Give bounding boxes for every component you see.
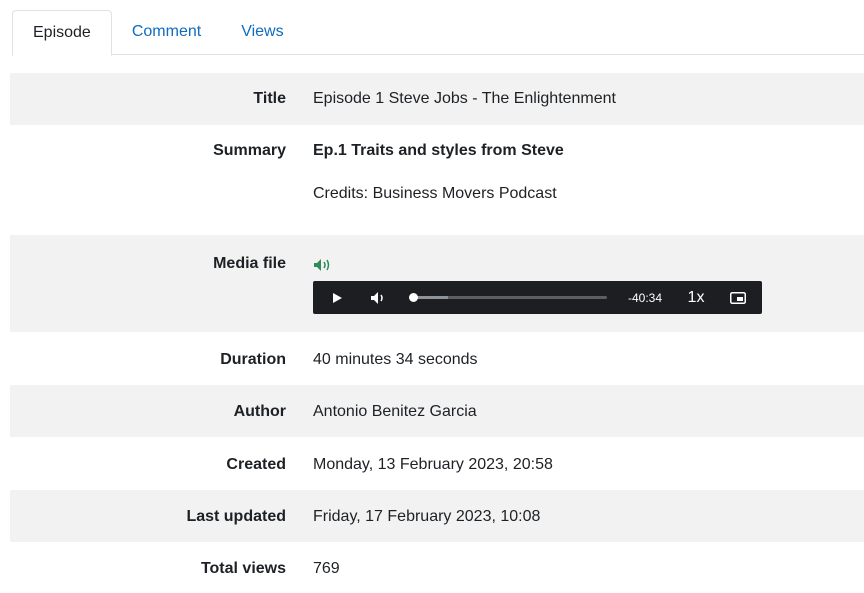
summary-headline: Ep.1 Traits and styles from Steve	[313, 142, 564, 159]
volume-button[interactable]	[367, 281, 391, 314]
created-value: Monday, 13 February 2023, 20:58	[313, 456, 553, 473]
created-label: Created	[226, 456, 286, 473]
audio-file-icon	[313, 257, 333, 278]
last-updated-label: Last updated	[186, 508, 286, 525]
tab-bar: Episode Comment Views	[12, 10, 864, 56]
last-updated-value: Friday, 17 February 2023, 10:08	[313, 508, 541, 525]
volume-icon	[371, 291, 383, 304]
total-views-label: Total views	[200, 560, 286, 577]
total-views-value: 769	[313, 560, 340, 577]
playback-rate-button[interactable]: 1x	[683, 281, 709, 314]
tab-comment[interactable]: Comment	[112, 10, 221, 54]
total-views-row: Total views 769	[10, 542, 864, 593]
buffer-fill	[413, 296, 448, 299]
tab-views[interactable]: Views	[221, 10, 303, 54]
author-label: Author	[233, 403, 286, 420]
tab-episode[interactable]: Episode	[12, 10, 112, 56]
duration-row: Duration 40 minutes 34 seconds	[10, 332, 864, 385]
summary-credits: Credits: Business Movers Podcast	[313, 185, 557, 202]
duration-value: 40 minutes 34 seconds	[313, 351, 478, 368]
play-icon	[333, 292, 342, 303]
created-row: Created Monday, 13 February 2023, 20:58	[10, 437, 864, 490]
media-label: Media file	[213, 255, 286, 272]
audio-player: -40:34 1x	[313, 281, 762, 314]
summary-label: Summary	[213, 142, 286, 159]
title-value: Episode 1 Steve Jobs - The Enlightenment	[313, 90, 616, 107]
author-row: Author Antonio Benitez Garcia	[10, 385, 864, 437]
author-value: Antonio Benitez Garcia	[313, 403, 477, 420]
progress-handle[interactable]	[409, 293, 418, 302]
play-button[interactable]	[327, 281, 347, 314]
summary-row: Summary Ep.1 Traits and styles from Stev…	[10, 125, 864, 235]
title-label: Title	[253, 90, 286, 107]
duration-label: Duration	[220, 351, 286, 368]
time-remaining: -40:34	[627, 290, 663, 305]
picture-in-picture-button[interactable]	[727, 281, 749, 314]
picture-in-picture-icon	[730, 291, 746, 304]
progress-track[interactable]	[413, 296, 607, 299]
media-row: Media file -40:34 1x	[10, 235, 864, 332]
last-updated-row: Last updated Friday, 17 February 2023, 1…	[10, 490, 864, 542]
title-row: Title Episode 1 Steve Jobs - The Enlight…	[10, 73, 864, 125]
